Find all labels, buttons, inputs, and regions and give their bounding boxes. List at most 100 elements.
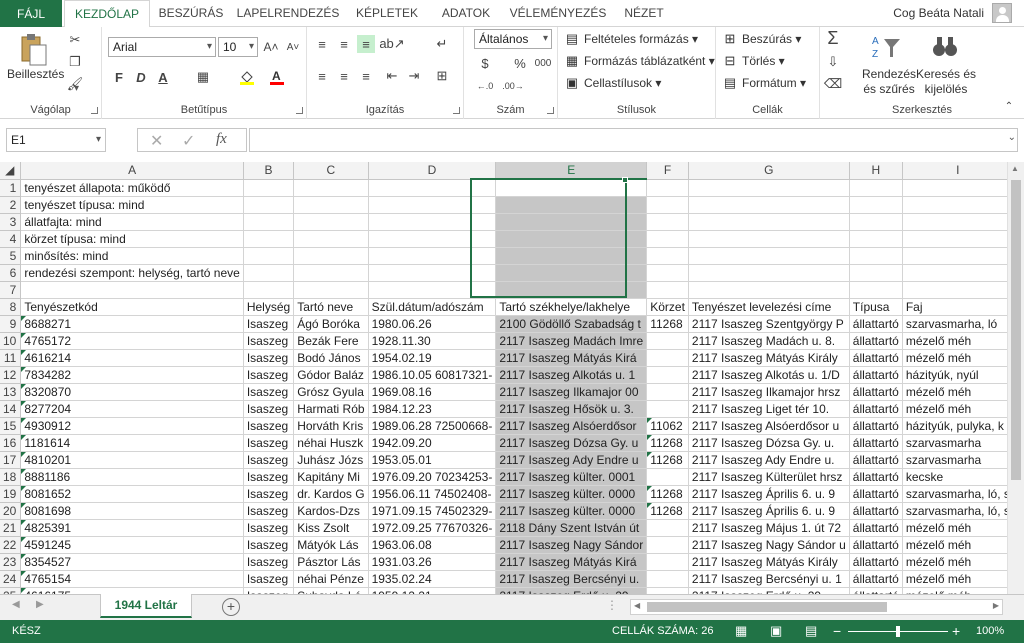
grid-cell[interactable]: 4930912: [20, 417, 244, 435]
row-header[interactable]: 3: [0, 213, 22, 231]
number-format-combo[interactable]: Általános: [474, 29, 552, 49]
top-align-icon[interactable]: ≡: [313, 35, 331, 53]
grid-cell[interactable]: [646, 570, 689, 588]
row-header[interactable]: 25: [0, 587, 22, 594]
grid-cell[interactable]: 2117 Isaszeg Dózsa Gy. u: [495, 434, 648, 452]
grid-cell[interactable]: 2117 Isaszeg Nagy Sándor u: [688, 536, 850, 554]
align-right-icon[interactable]: ≡: [357, 67, 375, 85]
grid-cell[interactable]: [646, 281, 689, 299]
grid-cell[interactable]: 2117 Isaszeg Szentgyörgy P: [688, 315, 850, 333]
grid-cell[interactable]: [243, 247, 295, 265]
grid-cell[interactable]: [902, 179, 1007, 197]
merge-center-icon[interactable]: ⊞: [433, 67, 451, 85]
grid-cell[interactable]: [849, 264, 903, 282]
page-break-icon[interactable]: ▤: [805, 623, 817, 639]
increase-decimal-icon[interactable]: ←.0: [476, 77, 494, 95]
column-header-a[interactable]: A: [20, 162, 244, 180]
grid-cell[interactable]: [849, 179, 903, 197]
row-header[interactable]: 13: [0, 383, 22, 401]
grid-cell[interactable]: minősítés: mind: [20, 247, 244, 265]
grid-cell[interactable]: állattartó: [849, 366, 903, 384]
grid-cell[interactable]: Suhayda Lá: [293, 587, 369, 594]
column-header-c[interactable]: C: [293, 162, 369, 180]
grid-cell[interactable]: [646, 400, 689, 418]
row-header[interactable]: 9: [0, 315, 22, 333]
grid-cell[interactable]: 8688271: [20, 315, 244, 333]
grid-cell[interactable]: mézelő méh: [902, 332, 1007, 350]
grid-cell[interactable]: Körzet: [646, 298, 689, 316]
next-sheet-icon[interactable]: ▶: [36, 599, 44, 610]
grid-cell[interactable]: szarvasmarha, ló, s: [902, 502, 1007, 520]
scroll-right-icon[interactable]: ▶: [993, 601, 999, 610]
zoom-level[interactable]: 100%: [976, 625, 1004, 637]
grid-cell[interactable]: [646, 196, 689, 214]
fill-color-icon[interactable]: [238, 68, 256, 86]
grid-cell[interactable]: [368, 179, 497, 197]
paste-icon[interactable]: [18, 33, 48, 67]
grid-cell[interactable]: 2117 Isaszeg Nagy Sándor: [495, 536, 648, 554]
grid-cell[interactable]: mézelő méh: [902, 349, 1007, 367]
grid-cell[interactable]: [849, 213, 903, 231]
grid-cell[interactable]: [293, 179, 369, 197]
grid-cell[interactable]: [688, 230, 850, 248]
grid-cell[interactable]: tenyészet állapota: működő: [20, 179, 244, 197]
grid-cell[interactable]: 2117 Isaszeg külter. 0000: [495, 502, 648, 520]
normal-view-icon[interactable]: ▦: [735, 623, 747, 639]
grid-cell[interactable]: 1971.09.15 74502329-: [368, 502, 497, 520]
grid-cell[interactable]: 2117 Isaszeg Madách Imre: [495, 332, 648, 350]
grid-cell[interactable]: kecske: [902, 468, 1007, 486]
grid-cell[interactable]: rendezési szempont: helység, tartó neve: [20, 264, 244, 282]
clear-icon[interactable]: ⌫: [824, 75, 842, 93]
grid-cell[interactable]: Isaszeg: [243, 553, 295, 571]
tab-data[interactable]: ADATOK: [430, 0, 502, 27]
cancel-icon[interactable]: ✕: [150, 131, 163, 151]
grid-cell[interactable]: 2117 Isaszeg Erdő u. 29.: [495, 587, 648, 594]
fill-handle[interactable]: [622, 177, 628, 183]
formula-input[interactable]: [249, 128, 1018, 152]
grid-cell[interactable]: állattartó: [849, 383, 903, 401]
grid-cell[interactable]: 1980.06.26: [368, 315, 497, 333]
zoom-out-icon[interactable]: −: [833, 623, 841, 639]
grid-cell[interactable]: mézelő méh: [902, 536, 1007, 554]
page-layout-icon[interactable]: ▣: [770, 623, 782, 639]
worksheet-grid[interactable]: ◢ A B C D E F G H I 1 tenyészet állapota:…: [0, 162, 1007, 594]
grid-cell[interactable]: [20, 281, 244, 299]
name-box[interactable]: E1: [6, 128, 106, 152]
grid-cell[interactable]: Isaszeg: [243, 332, 295, 350]
grid-cell[interactable]: [688, 196, 850, 214]
grid-cell[interactable]: 2117 Isaszeg Mátyás Kirá: [495, 349, 648, 367]
grid-cell[interactable]: 11062: [646, 417, 689, 435]
user-name[interactable]: Cog Beáta Natali: [893, 0, 984, 27]
grid-cell[interactable]: 2118 Dány Szent István út: [495, 519, 648, 537]
grid-cell[interactable]: 2117 Isaszeg Április 6. u. 9: [688, 502, 850, 520]
row-header[interactable]: 12: [0, 366, 22, 384]
tab-home[interactable]: KEZDŐLAP: [64, 0, 150, 28]
grid-cell[interactable]: Tenyészet levelezési címe: [688, 298, 850, 316]
grid-cell[interactable]: 11268: [646, 502, 689, 520]
grid-cell[interactable]: [368, 247, 497, 265]
grid-cell[interactable]: Kardos-Dzs: [293, 502, 369, 520]
grid-cell[interactable]: [688, 281, 850, 299]
grow-font-icon[interactable]: A˄: [262, 38, 280, 56]
find-select-button[interactable]: Keresés és kijelölés: [916, 67, 976, 97]
font-size-combo[interactable]: 10: [218, 37, 258, 57]
row-header[interactable]: 16: [0, 434, 22, 452]
grid-cell[interactable]: 1989.06.28 72500668-: [368, 417, 497, 435]
middle-align-icon[interactable]: ≡: [335, 35, 353, 53]
row-header[interactable]: 14: [0, 400, 22, 418]
tab-review[interactable]: VÉLEMÉNYEZÉS: [504, 0, 612, 27]
grid-cell[interactable]: 1976.09.20 70234253-: [368, 468, 497, 486]
copy-icon[interactable]: ❐: [66, 53, 84, 71]
fill-icon[interactable]: ⇩: [824, 53, 842, 71]
grid-cell[interactable]: [646, 213, 689, 231]
grid-cell[interactable]: [243, 281, 295, 299]
grid-cell[interactable]: [243, 196, 295, 214]
sheet-tab[interactable]: 1944 Leltár: [100, 594, 192, 618]
grid-cell[interactable]: 1931.03.26: [368, 553, 497, 571]
grid-cell[interactable]: állattartó: [849, 553, 903, 571]
column-header-d[interactable]: D: [368, 162, 497, 180]
cell-styles-button[interactable]: ▣ Cellastílusok ▾: [564, 75, 662, 91]
grid-cell[interactable]: 1956.06.11 74502408-: [368, 485, 497, 503]
grid-cell[interactable]: [243, 213, 295, 231]
grid-cell[interactable]: [688, 213, 850, 231]
